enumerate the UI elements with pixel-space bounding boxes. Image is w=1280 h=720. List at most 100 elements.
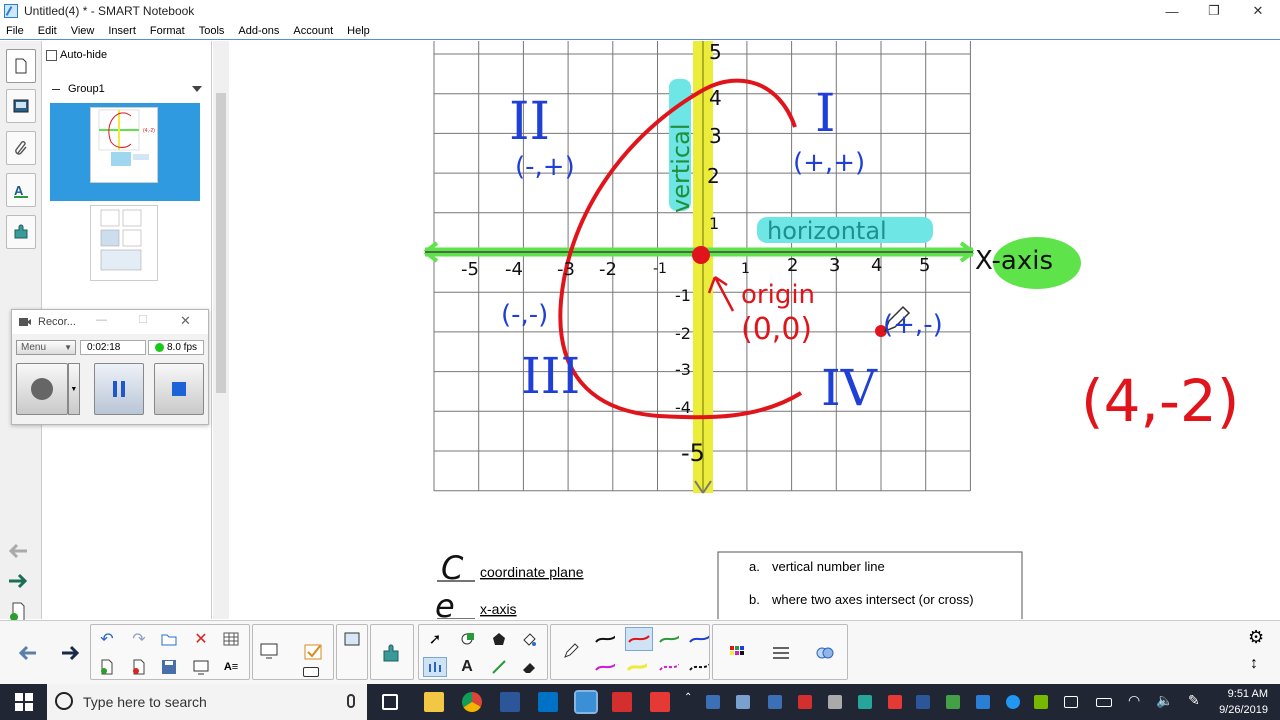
tray-icon-2[interactable] <box>736 695 750 709</box>
select-icon[interactable]: ➚ <box>425 629 445 649</box>
volume-icon[interactable]: 🔈 <box>1156 692 1173 709</box>
text-format-icon[interactable]: A≡ <box>221 657 241 677</box>
delete-icon[interactable]: ✕ <box>191 629 211 649</box>
transparency-icon[interactable] <box>815 643 835 663</box>
autohide-toggle[interactable]: Auto-hide <box>46 49 107 61</box>
sorter-scrollbar[interactable] <box>213 41 229 619</box>
windows-start-icon[interactable] <box>14 692 34 712</box>
outlook-icon[interactable] <box>538 692 558 712</box>
pen-green-icon[interactable] <box>659 629 679 649</box>
acrobat-icon[interactable] <box>612 692 632 712</box>
pen-blue-icon[interactable] <box>689 629 709 649</box>
pen-black-icon[interactable] <box>595 629 615 649</box>
display-tray-icon[interactable] <box>1064 696 1078 708</box>
tray-icon-4[interactable] <box>798 695 812 709</box>
menu-edit[interactable]: Edit <box>38 25 57 37</box>
line-tool-icon[interactable] <box>489 657 509 677</box>
tab-properties[interactable]: A <box>6 173 36 207</box>
display-icon[interactable] <box>259 641 279 661</box>
pen-red-icon[interactable] <box>625 627 653 651</box>
tray-icon-6[interactable] <box>858 695 872 709</box>
activity-builder-icon[interactable] <box>342 629 362 649</box>
tab-gallery[interactable] <box>6 89 36 123</box>
next-page-icon[interactable] <box>5 571 31 591</box>
save-icon[interactable] <box>159 657 179 677</box>
undo-icon[interactable]: ↶ <box>97 629 117 649</box>
tray-icon-1[interactable] <box>706 695 720 709</box>
show-hidden-icons[interactable]: ⌃ <box>684 692 692 703</box>
bluetooth-icon[interactable] <box>1006 695 1020 709</box>
word-icon[interactable] <box>500 692 520 712</box>
response-icon[interactable] <box>303 641 323 661</box>
scrollbar-thumb[interactable] <box>216 93 226 393</box>
menu-addons[interactable]: Add-ons <box>238 25 279 37</box>
task-view-icon[interactable] <box>382 694 398 710</box>
recorder-maximize-button[interactable]: ☐ <box>138 313 148 326</box>
battery-icon[interactable] <box>1096 698 1112 707</box>
menu-account[interactable]: Account <box>293 25 333 37</box>
settings-icon[interactable]: ⚙ <box>1248 627 1264 648</box>
page-group[interactable]: Group1 <box>52 83 202 95</box>
recorder-menu-dropdown[interactable]: Menu ▼ <box>16 340 76 355</box>
add-page-icon[interactable] <box>97 657 117 677</box>
line-style-icon[interactable] <box>771 643 791 663</box>
tab-page-sorter[interactable] <box>6 49 36 83</box>
menu-view[interactable]: View <box>71 25 95 37</box>
stop-button[interactable] <box>153 363 204 415</box>
pen-dashed-black-icon[interactable] <box>689 657 709 677</box>
polygon-icon[interactable] <box>489 629 509 649</box>
move-toolbar-icon[interactable]: ↕ <box>1250 655 1258 673</box>
pen-icon[interactable] <box>561 641 581 661</box>
text-tool-icon[interactable]: A <box>457 657 477 677</box>
maximize-button[interactable]: ❐ <box>1192 0 1236 22</box>
fill-icon[interactable] <box>519 629 539 649</box>
autohide-checkbox[interactable] <box>46 49 57 61</box>
taskbar-search-box[interactable]: Type here to search <box>47 684 367 720</box>
recorder-minimize-button[interactable]: — <box>96 314 107 326</box>
tray-icon-5[interactable] <box>828 695 842 709</box>
camera-icon[interactable] <box>303 667 319 677</box>
chrome-icon[interactable] <box>462 692 482 712</box>
snagit-icon[interactable] <box>650 692 670 712</box>
taskbar-clock[interactable]: 9:51 AM 9/26/2019 <box>1219 686 1268 718</box>
pen-dashed-magenta-icon[interactable] <box>659 657 679 677</box>
pen-tool-icon[interactable] <box>423 657 447 677</box>
previous-page-icon[interactable] <box>5 541 31 561</box>
delete-page-icon[interactable] <box>129 657 149 677</box>
puzzle-icon[interactable] <box>382 643 402 663</box>
page-thumbnail-1[interactable]: 1 (4,-2) <box>50 103 200 201</box>
tray-icon-8[interactable] <box>916 695 930 709</box>
minimize-button[interactable]: — <box>1150 0 1194 22</box>
menu-tools[interactable]: Tools <box>199 25 225 37</box>
tab-attachments[interactable] <box>6 131 36 165</box>
collapse-icon[interactable] <box>52 88 60 90</box>
tray-icon-7[interactable] <box>888 695 902 709</box>
shapes-icon[interactable] <box>457 629 477 649</box>
highlighter-yellow-icon[interactable] <box>627 657 647 677</box>
record-options-button[interactable]: ▼ <box>68 363 80 415</box>
redo-icon[interactable]: ↷ <box>129 629 149 649</box>
pause-button[interactable] <box>93 363 144 415</box>
pen-magenta-icon[interactable] <box>595 657 615 677</box>
file-explorer-icon[interactable] <box>424 692 444 712</box>
microphone-icon[interactable] <box>347 694 355 708</box>
smart-notebook-taskbar-icon[interactable] <box>574 690 598 714</box>
notebook-canvas[interactable]: II I III IV (-,+) (+,+) (-,-) (+,-) -5 -… <box>229 41 1280 619</box>
page-thumbnail-2[interactable]: 2 <box>50 201 200 299</box>
close-button[interactable]: ✕ <box>1236 0 1280 22</box>
tray-icon-3[interactable] <box>768 695 782 709</box>
wifi-icon[interactable]: ◠ <box>1128 692 1140 709</box>
tab-addons[interactable] <box>6 215 36 249</box>
whiteboard-drawing[interactable]: II I III IV (-,+) (+,+) (-,-) (+,-) -5 -… <box>229 41 1280 619</box>
color-palette-icon[interactable] <box>727 643 747 663</box>
open-icon[interactable] <box>159 629 179 649</box>
menu-format[interactable]: Format <box>150 25 185 37</box>
tray-icon-10[interactable] <box>976 695 990 709</box>
menu-file[interactable]: File <box>6 25 24 37</box>
recorder-close-button[interactable]: ✕ <box>180 313 191 329</box>
chevron-down-icon[interactable] <box>192 86 202 92</box>
table-icon[interactable] <box>221 629 241 649</box>
menu-help[interactable]: Help <box>347 25 370 37</box>
pen-workspace-icon[interactable]: ✎ <box>1188 692 1200 709</box>
screen-shade-icon[interactable] <box>191 657 211 677</box>
